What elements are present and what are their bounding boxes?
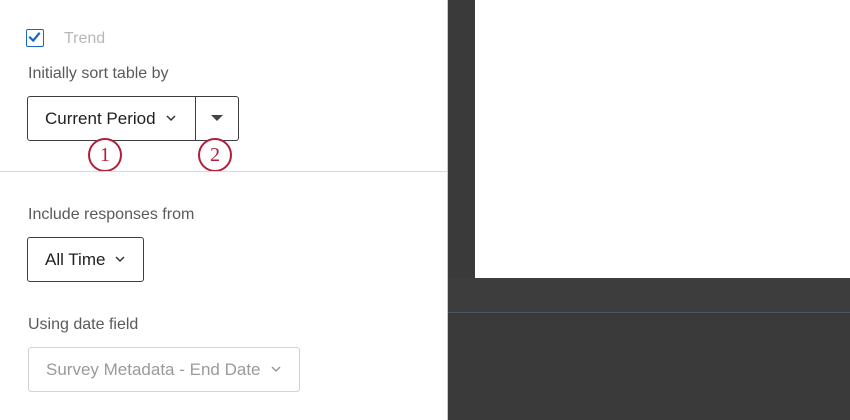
date-field-label: Using date field bbox=[28, 316, 139, 333]
widget-preview[interactable] bbox=[475, 0, 850, 278]
caret-down-icon bbox=[211, 115, 223, 121]
callout-marker-2: 2 bbox=[198, 138, 232, 172]
sort-table-label: Initially sort table by bbox=[28, 65, 169, 82]
canvas-band bbox=[448, 278, 850, 312]
app-root: Trend Initially sort table by Current Pe… bbox=[0, 0, 850, 420]
sort-order-dropdown[interactable] bbox=[195, 96, 239, 141]
trend-checkbox[interactable] bbox=[26, 29, 44, 47]
section-divider bbox=[0, 171, 447, 172]
report-canvas bbox=[448, 0, 850, 420]
chevron-down-icon bbox=[166, 114, 176, 124]
checkmark-icon bbox=[28, 32, 41, 43]
time-range-value: All Time bbox=[45, 249, 106, 269]
canvas-divider bbox=[448, 312, 850, 313]
trend-label: Trend bbox=[64, 30, 106, 47]
callout-marker-1: 1 bbox=[88, 138, 122, 172]
time-range-dropdown[interactable]: All Time bbox=[27, 237, 144, 282]
date-field-dropdown[interactable]: Survey Metadata - End Date bbox=[28, 347, 300, 392]
settings-panel: Trend Initially sort table by Current Pe… bbox=[0, 0, 447, 420]
sort-field-dropdown[interactable]: Current Period bbox=[27, 96, 196, 141]
chevron-down-icon bbox=[115, 255, 125, 265]
include-responses-label: Include responses from bbox=[28, 206, 195, 223]
chevron-down-icon bbox=[270, 365, 281, 375]
date-field-value: Survey Metadata - End Date bbox=[46, 359, 261, 379]
sort-field-value: Current Period bbox=[45, 108, 156, 128]
